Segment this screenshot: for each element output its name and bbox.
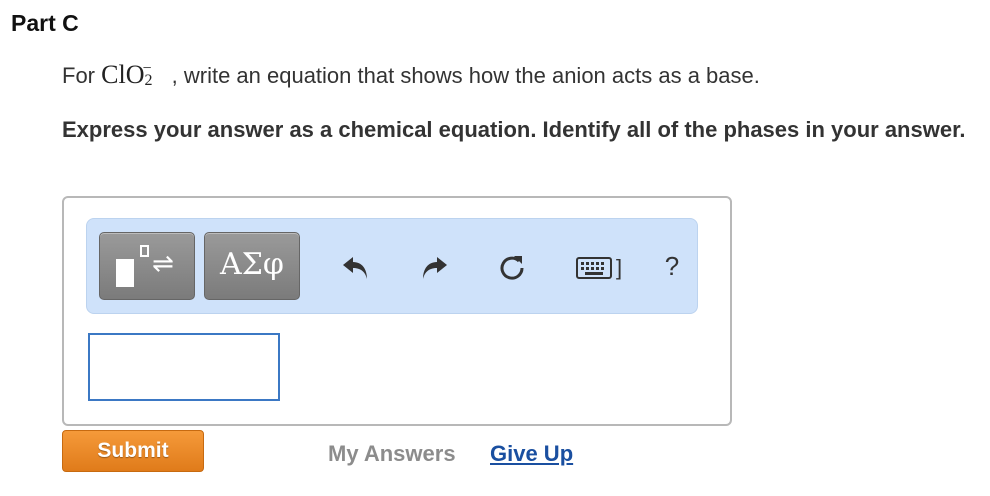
keyboard-bracket: ] bbox=[615, 255, 623, 280]
keyboard-shortcuts-button[interactable]: ] bbox=[571, 251, 627, 285]
answer-instructions: Express your answer as a chemical equati… bbox=[62, 117, 966, 142]
part-title: Part C bbox=[11, 10, 79, 36]
question-text: For ClO2− , write an equation that shows… bbox=[62, 60, 760, 90]
formula-superscript: − bbox=[142, 60, 152, 77]
redo-icon[interactable] bbox=[417, 251, 451, 285]
my-answers-link: My Answers bbox=[328, 441, 456, 466]
help-icon[interactable]: ? bbox=[655, 249, 689, 283]
reset-icon[interactable] bbox=[495, 251, 529, 285]
undo-icon[interactable] bbox=[339, 251, 373, 285]
chemical-formula: ClO2− bbox=[101, 60, 161, 89]
give-up-link[interactable]: Give Up bbox=[490, 441, 573, 467]
question-suffix: , write an equation that shows how the a… bbox=[171, 63, 760, 88]
keyboard-shortcuts-icon bbox=[575, 257, 612, 279]
templates-button[interactable]: ⇌ bbox=[99, 232, 195, 300]
submit-button[interactable]: Submit bbox=[62, 430, 204, 472]
symbols-button[interactable]: ΑΣφ bbox=[204, 232, 300, 300]
formula-base: ClO bbox=[101, 60, 145, 89]
answer-panel: ⇌ ΑΣφ] ? bbox=[62, 196, 732, 426]
answer-input[interactable] bbox=[88, 333, 280, 401]
question-prefix: For bbox=[62, 63, 95, 88]
equation-toolbar: ⇌ ΑΣφ] ? bbox=[86, 218, 698, 314]
